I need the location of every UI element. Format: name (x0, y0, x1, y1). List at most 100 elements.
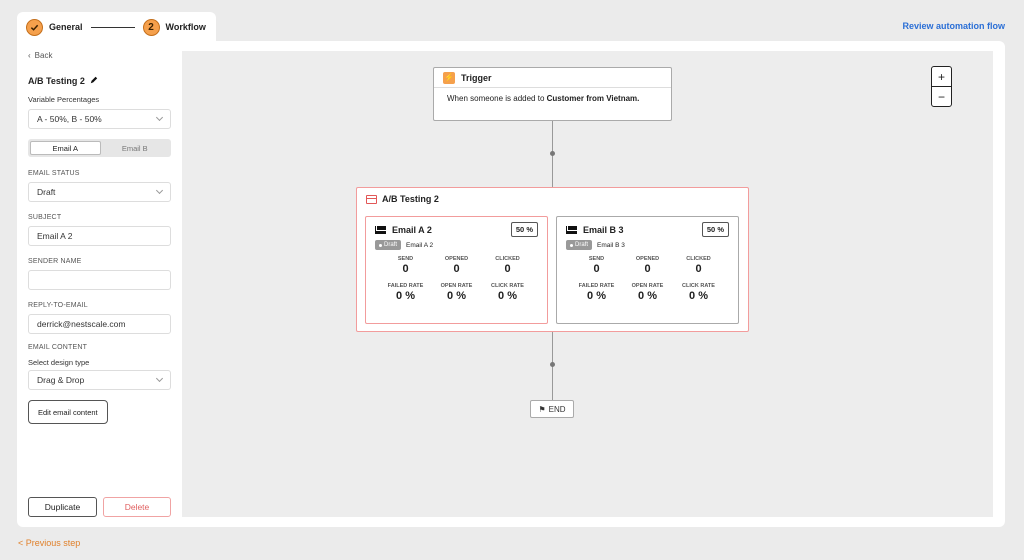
stat-opened: OPENED 0 (431, 256, 482, 275)
stat-value: 0 (453, 263, 460, 275)
status-row: Draft Email A 2 (366, 235, 547, 250)
design-type-label: Select design type (28, 358, 90, 367)
variable-percentages-value: A - 50%, B - 50% (37, 114, 102, 124)
ab-test-node[interactable]: A/B Testing 2 Email A 2 50 % Draft Email… (356, 187, 749, 332)
step2-label[interactable]: Workflow (166, 22, 206, 32)
stat-label: CLICK RATE (682, 283, 715, 289)
stat-label: SEND (588, 256, 605, 262)
chevron-down-icon (155, 374, 164, 383)
end-node[interactable]: ⚑ END (530, 400, 574, 418)
email-b-card[interactable]: Email B 3 50 % Draft Email B 3 SEND 0 OPE… (556, 216, 739, 324)
chevron-left-icon: ‹ (28, 51, 31, 60)
stat-value: 0 (695, 263, 702, 275)
design-type-select[interactable]: Drag & Drop (28, 370, 171, 390)
stat-value: 0 % (587, 290, 606, 302)
step1-label[interactable]: General (49, 22, 83, 32)
sender-name-label: SENDER NAME (28, 258, 82, 265)
email-status-select[interactable]: Draft (28, 182, 171, 202)
chevron-down-icon (155, 113, 164, 122)
stat-open-rate: OPEN RATE 0 % (431, 283, 482, 302)
envelope-icon (375, 226, 386, 234)
ab-test-node-title: A/B Testing 2 (382, 194, 439, 204)
review-automation-flow-link[interactable]: Review automation flow (902, 21, 1005, 31)
ab-test-title: A/B Testing 2 (28, 76, 171, 86)
stat-value: 0 (402, 263, 409, 275)
zoom-out-button[interactable]: − (932, 87, 951, 107)
trigger-title: Trigger (461, 72, 492, 83)
pencil-icon[interactable] (90, 76, 98, 86)
stat-clicked: CLICKED 0 (482, 256, 533, 275)
email-a-card[interactable]: Email A 2 50 % Draft Email A 2 SEND 0 OPE… (365, 216, 548, 324)
workflow-canvas[interactable]: + − ⚡ Trigger When someone is added to C… (182, 51, 993, 517)
zoom-in-button[interactable]: + (932, 67, 951, 87)
stat-value: 0 (593, 263, 600, 275)
tab-email-a[interactable]: Email A (30, 141, 101, 155)
email-name: Email B 3 (583, 225, 624, 235)
back-link[interactable]: ‹ Back (28, 51, 171, 60)
trigger-header: ⚡ Trigger (434, 68, 671, 88)
sidebar-actions: Duplicate Delete (28, 497, 171, 517)
main-card: ‹ Back A/B Testing 2 Variable Percentage… (17, 41, 1005, 527)
percent-badge: 50 % (510, 222, 538, 237)
stepper: General 2 Workflow (17, 12, 216, 42)
step-connector (90, 26, 135, 28)
email-status-label: EMAIL STATUS (28, 170, 80, 177)
trigger-text: When someone is added to (447, 94, 547, 103)
trigger-segment: Customer from Vietnam. (546, 94, 640, 103)
stat-click-rate: CLICK RATE 0 % (673, 283, 724, 302)
percent-badge: 50 % (701, 222, 729, 237)
envelope-icon (566, 226, 577, 234)
stat-label: CLICKED (686, 256, 711, 262)
step1-check-icon[interactable] (26, 18, 43, 36)
stat-label: CLICKED (495, 256, 520, 262)
stat-value: 0 (644, 263, 651, 275)
sender-name-input[interactable] (28, 270, 171, 290)
stats-grid: SEND 0 OPENED 0 CLICKED 0 FAILED RATE 0 % OP… (557, 250, 738, 302)
stat-clicked: CLICKED 0 (673, 256, 724, 275)
stat-label: CLICK RATE (491, 283, 524, 289)
end-label: END (548, 404, 566, 414)
previous-step-link[interactable]: < Previous step (18, 538, 80, 548)
stat-value: 0 % (638, 290, 657, 302)
stat-click-rate: CLICK RATE 0 % (482, 283, 533, 302)
stat-label: OPEN RATE (631, 283, 664, 289)
status-badge: Draft (566, 240, 593, 250)
step2-number[interactable]: 2 (142, 18, 160, 36)
stats-grid: SEND 0 OPENED 0 CLICKED 0 FAILED RATE 0 % OP… (366, 250, 547, 302)
subject-input[interactable]: Email A 2 (28, 226, 171, 246)
stat-value: 0 % (396, 290, 415, 302)
delete-button[interactable]: Delete (103, 497, 171, 517)
reply-to-label: REPLY-TO-EMAIL (28, 302, 88, 309)
trigger-node[interactable]: ⚡ Trigger When someone is added to Custo… (433, 67, 672, 121)
email-status-value: Draft (37, 187, 56, 197)
stat-label: SEND (397, 256, 414, 262)
variable-percentages-select[interactable]: A - 50%, B - 50% (28, 109, 171, 129)
subject-label: SUBJECT (28, 214, 62, 221)
stat-failed-rate: FAILED RATE 0 % (571, 283, 622, 302)
flag-icon: ⚑ (538, 404, 546, 414)
stat-failed-rate: FAILED RATE 0 % (380, 283, 431, 302)
ab-test-header: A/B Testing 2 (357, 188, 748, 204)
email-content-label: EMAIL CONTENT (28, 344, 88, 351)
stat-value: 0 % (689, 290, 708, 302)
reply-to-input[interactable]: derrick@nestscale.com (28, 314, 171, 334)
draft-name: Email A 2 (406, 241, 434, 249)
stat-value: 0 % (447, 290, 466, 302)
chevron-down-icon (155, 186, 164, 195)
stat-open-rate: OPEN RATE 0 % (622, 283, 673, 302)
stat-label: FAILED RATE (387, 283, 424, 289)
stat-send: SEND 0 (571, 256, 622, 275)
stat-opened: OPENED 0 (622, 256, 673, 275)
stat-label: OPEN RATE (440, 283, 473, 289)
email-name: Email A 2 (392, 225, 432, 235)
design-type-value: Drag & Drop (37, 375, 85, 385)
back-label: Back (34, 51, 53, 60)
email-tabs: Email A Email B (28, 139, 171, 157)
ab-test-title-text: A/B Testing 2 (28, 76, 85, 86)
duplicate-button[interactable]: Duplicate (28, 497, 97, 517)
draft-name: Email B 3 (597, 241, 625, 249)
variable-percentages-label: Variable Percentages (28, 95, 100, 104)
edit-email-content-button[interactable]: Edit email content (28, 400, 108, 424)
stat-label: FAILED RATE (578, 283, 615, 289)
tab-email-b[interactable]: Email B (101, 141, 170, 155)
